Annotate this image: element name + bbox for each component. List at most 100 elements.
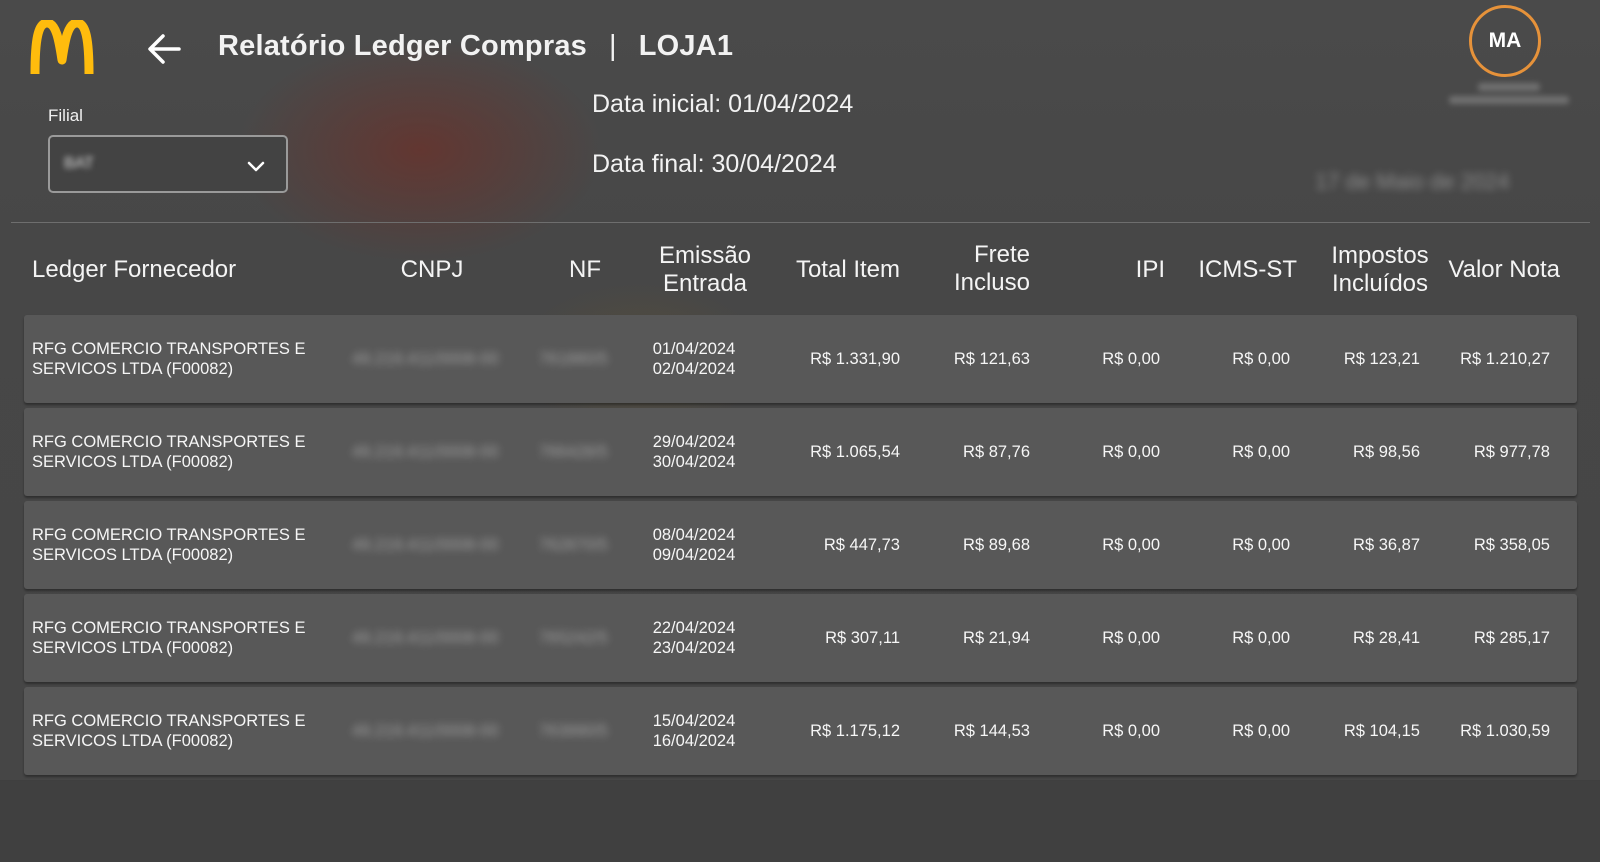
cell-impostos: R$ 104,15 <box>1343 722 1420 740</box>
cell-nf: 761880/5 <box>539 350 608 368</box>
cell-fornecedor: RFG COMERCIO TRANSPORTES E SERVICOS LTDA… <box>32 339 306 379</box>
cell-icms-st: R$ 0,00 <box>1232 443 1290 461</box>
cell-emissao: 01/04/2024 <box>652 340 736 358</box>
store-name: LOJA1 <box>638 30 734 62</box>
cell-frete: R$ 21,94 <box>963 629 1030 647</box>
cell-valor-nota: R$ 1.210,27 <box>1460 350 1550 368</box>
cell-emissao: 29/04/2024 <box>652 433 736 451</box>
cell-emissao: 15/04/2024 <box>652 712 736 730</box>
col-icms-st[interactable]: ICMS-ST <box>1180 256 1297 284</box>
cell-fornecedor: RFG COMERCIO TRANSPORTES E SERVICOS LTDA… <box>32 711 306 751</box>
col-emissao-line1: Emissão <box>658 242 752 269</box>
chevron-down-icon <box>247 161 265 172</box>
cell-valor-nota: R$ 358,05 <box>1473 536 1550 554</box>
user-timestamp <box>1449 96 1569 104</box>
arrow-left-icon[interactable] <box>143 27 187 71</box>
cell-entrada: 16/04/2024 <box>652 732 736 750</box>
cell-nf: 765242/5 <box>539 629 608 647</box>
col-fornecedor[interactable]: Ledger Fornecedor <box>32 256 236 284</box>
table-row[interactable]: RFG COMERCIO TRANSPORTES E SERVICOS LTDA… <box>24 687 1577 775</box>
cell-total-item: R$ 307,11 <box>825 629 900 647</box>
fornecedor-line2: SERVICOS LTDA (F00082) <box>32 732 234 750</box>
fornecedor-line1: RFG COMERCIO TRANSPORTES E <box>32 619 306 637</box>
cell-entrada: 02/04/2024 <box>652 360 736 378</box>
report-title: Relatório Ledger Compras <box>218 30 587 62</box>
cell-emissao: 08/04/2024 <box>652 526 736 544</box>
cell-cnpj: 49.219.411/0008-00 <box>352 629 499 647</box>
cell-total-item: R$ 1.331,90 <box>810 350 900 368</box>
cell-frete: R$ 89,68 <box>963 536 1030 554</box>
footer-area <box>0 781 1600 862</box>
cell-nf: 763990/5 <box>539 722 608 740</box>
fornecedor-line2: SERVICOS LTDA (F00082) <box>32 639 234 657</box>
user-avatar[interactable]: MA <box>1469 5 1541 77</box>
title-separator: | <box>609 30 617 62</box>
filial-value: BAT <box>64 155 94 172</box>
cell-fornecedor: RFG COMERCIO TRANSPORTES E SERVICOS LTDA… <box>32 525 306 565</box>
cell-fornecedor: RFG COMERCIO TRANSPORTES E SERVICOS LTDA… <box>32 432 306 472</box>
current-date: 17 de Maio de 2024 <box>1315 169 1510 194</box>
cell-icms-st: R$ 0,00 <box>1232 536 1290 554</box>
fornecedor-line1: RFG COMERCIO TRANSPORTES E <box>32 712 306 730</box>
cell-cnpj: 49.219.411/0008-00 <box>352 722 499 740</box>
user-info <box>1444 78 1574 118</box>
cell-datas: 22/04/2024 23/04/2024 <box>639 618 749 658</box>
cell-valor-nota: R$ 1.030,59 <box>1460 722 1550 740</box>
table-row[interactable]: RFG COMERCIO TRANSPORTES E SERVICOS LTDA… <box>24 408 1577 496</box>
cell-ipi: R$ 0,00 <box>1102 536 1160 554</box>
cell-frete: R$ 87,76 <box>963 443 1030 461</box>
cell-ipi: R$ 0,00 <box>1102 629 1160 647</box>
date-end: Data final: 30/04/2024 <box>592 150 837 178</box>
cell-datas: 29/04/2024 30/04/2024 <box>639 432 749 472</box>
col-ipi[interactable]: IPI <box>1080 256 1165 284</box>
col-emissao-entrada[interactable]: Emissão Entrada <box>645 242 765 298</box>
cell-impostos: R$ 28,41 <box>1353 629 1420 647</box>
cell-icms-st: R$ 0,00 <box>1232 629 1290 647</box>
cell-datas: 08/04/2024 09/04/2024 <box>639 525 749 565</box>
col-nf[interactable]: NF <box>555 256 615 284</box>
col-frete-line1: Frete <box>973 241 1030 268</box>
cell-entrada: 09/04/2024 <box>652 546 736 564</box>
cell-icms-st: R$ 0,00 <box>1232 722 1290 740</box>
cell-total-item: R$ 1.175,12 <box>810 722 900 740</box>
user-name <box>1478 83 1540 91</box>
col-total-item[interactable]: Total Item <box>760 256 900 284</box>
fornecedor-line1: RFG COMERCIO TRANSPORTES E <box>32 433 306 451</box>
date-start: Data inicial: 01/04/2024 <box>592 90 854 118</box>
cell-entrada: 23/04/2024 <box>652 639 736 657</box>
cell-valor-nota: R$ 285,17 <box>1473 629 1550 647</box>
cell-datas: 01/04/2024 02/04/2024 <box>639 339 749 379</box>
cell-icms-st: R$ 0,00 <box>1232 350 1290 368</box>
col-frete-line2: Incluso <box>953 269 1030 296</box>
cell-ipi: R$ 0,00 <box>1102 722 1160 740</box>
cell-frete: R$ 144,53 <box>953 722 1030 740</box>
filial-label: Filial <box>48 106 83 125</box>
fornecedor-line2: SERVICOS LTDA (F00082) <box>32 546 234 564</box>
cell-datas: 15/04/2024 16/04/2024 <box>639 711 749 751</box>
col-valor-nota[interactable]: Valor Nota <box>1420 256 1560 284</box>
fornecedor-line2: SERVICOS LTDA (F00082) <box>32 453 234 471</box>
col-emissao-line2: Entrada <box>662 270 748 297</box>
header-divider <box>11 222 1590 223</box>
cell-cnpj: 49.219.411/0008-00 <box>352 443 499 461</box>
fornecedor-line1: RFG COMERCIO TRANSPORTES E <box>32 340 306 358</box>
cell-impostos: R$ 123,21 <box>1343 350 1420 368</box>
filial-select[interactable]: BAT <box>48 135 288 193</box>
cell-cnpj: 49.219.411/0008-00 <box>352 350 499 368</box>
cell-cnpj: 49.219.411/0008-00 <box>352 536 499 554</box>
cell-ipi: R$ 0,00 <box>1102 350 1160 368</box>
cell-total-item: R$ 447,73 <box>823 536 900 554</box>
cell-frete: R$ 121,63 <box>953 350 1030 368</box>
col-frete-incluso[interactable]: Frete Incluso <box>900 241 1030 297</box>
table-row[interactable]: RFG COMERCIO TRANSPORTES E SERVICOS LTDA… <box>24 315 1577 403</box>
table-row[interactable]: RFG COMERCIO TRANSPORTES E SERVICOS LTDA… <box>24 501 1577 589</box>
cell-impostos: R$ 98,56 <box>1353 443 1420 461</box>
page-title: Relatório Ledger Compras | LOJA1 <box>218 30 733 63</box>
cell-nf: 762870/5 <box>539 536 608 554</box>
cell-total-item: R$ 1.065,54 <box>810 443 900 461</box>
table-row[interactable]: RFG COMERCIO TRANSPORTES E SERVICOS LTDA… <box>24 594 1577 682</box>
fornecedor-line1: RFG COMERCIO TRANSPORTES E <box>32 526 306 544</box>
golden-arches-logo <box>30 20 94 75</box>
col-cnpj[interactable]: CNPJ <box>392 256 472 284</box>
fornecedor-line2: SERVICOS LTDA (F00082) <box>32 360 234 378</box>
